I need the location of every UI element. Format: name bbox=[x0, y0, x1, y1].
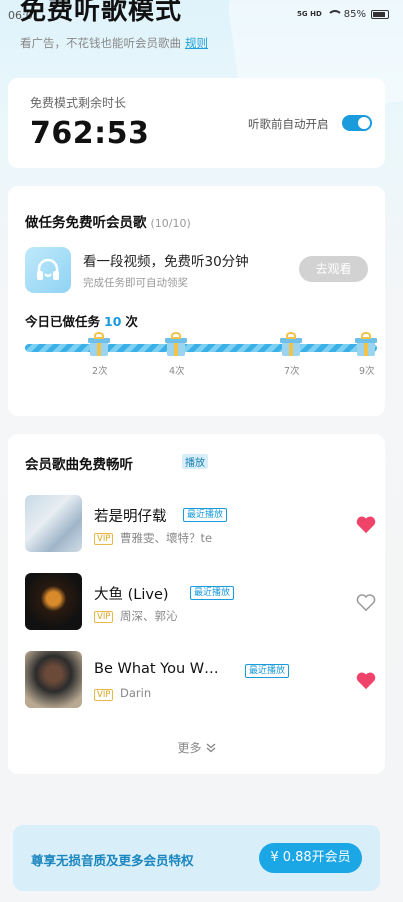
task-hint: 完成任务即可自动领奖 bbox=[83, 277, 188, 289]
song-item[interactable]: 若是明仔载 最近播放 VIP 曹雅雯、壞特？te bbox=[25, 495, 377, 553]
today-tasks: 今日已做任务 10 次 bbox=[25, 311, 138, 330]
status-icons: 5G HD 85% bbox=[297, 9, 389, 20]
subtitle-text: 看广告，不花钱也能听会员歌曲 bbox=[20, 36, 181, 50]
today-count: 10 bbox=[104, 314, 122, 329]
milestone-label: 9次 bbox=[359, 366, 375, 377]
song-item[interactable]: 大鱼 (Live) 最近播放 VIP 周深、郭沁 bbox=[25, 573, 377, 631]
heart-filled-icon[interactable] bbox=[355, 514, 377, 534]
battery-percent: 85% bbox=[343, 9, 366, 20]
gift-icon bbox=[165, 332, 187, 358]
gift-icon bbox=[88, 332, 110, 358]
milestone-label: 4次 bbox=[169, 366, 185, 377]
autoplay-label: 听歌前自动开启 bbox=[248, 117, 329, 131]
vip-badge: VIP bbox=[94, 689, 114, 701]
open-membership-button[interactable]: ¥ 0.88开会员 bbox=[259, 843, 362, 873]
more-label: 更多 bbox=[177, 741, 202, 755]
song-title: 大鱼 (Live) bbox=[94, 587, 169, 603]
songs-card: 会员歌曲免费畅听 播放 若是明仔载 最近播放 VIP 曹雅雯、壞特？te 大鱼 … bbox=[8, 434, 385, 774]
today-suffix: 次 bbox=[125, 314, 138, 329]
album-cover bbox=[25, 651, 82, 708]
gift-icon bbox=[280, 332, 302, 358]
membership-banner: 尊享无损音质及更多会员特权 ¥ 0.88开会员 bbox=[13, 825, 380, 891]
timer-value: 762:53 bbox=[30, 116, 150, 151]
gift-icon bbox=[355, 332, 377, 358]
vip-badge: VIP bbox=[94, 611, 114, 623]
vip-badge: VIP bbox=[94, 533, 114, 545]
task-card: 做任务免费听会员歌 (10/10) 看一段视频，免费听30分钟 完成任务即可自动领… bbox=[8, 186, 385, 416]
chevron-down-icon bbox=[206, 743, 216, 756]
timer-label: 免费模式剩余时长 bbox=[30, 96, 127, 110]
task-description: 看一段视频，免费听30分钟 bbox=[83, 254, 249, 270]
song-item[interactable]: Be What You W… 最近播放 VIP Darin bbox=[25, 651, 377, 709]
heart-outline-icon[interactable] bbox=[355, 592, 377, 612]
today-prefix: 今日已做任务 bbox=[25, 314, 101, 329]
page-title: 免费听歌模式 bbox=[20, 0, 183, 26]
task-count: (10/10) bbox=[150, 217, 191, 230]
membership-text: 尊享无损音质及更多会员特权 bbox=[31, 853, 194, 868]
wifi-icon bbox=[326, 10, 343, 19]
milestone-label: 2次 bbox=[92, 366, 108, 377]
recent-play-tag: 最近播放 bbox=[183, 508, 228, 522]
signal-icon: 5G HD bbox=[297, 10, 322, 18]
watch-video-button[interactable]: 去观看 bbox=[299, 256, 368, 282]
task-title-text: 做任务免费听会员歌 bbox=[25, 215, 147, 231]
album-cover bbox=[25, 573, 82, 630]
headphone-icon bbox=[25, 247, 71, 293]
recent-play-tag: 最近播放 bbox=[190, 586, 235, 600]
timer-card: 免费模式剩余时长 762:53 听歌前自动开启 bbox=[8, 78, 385, 168]
battery-icon bbox=[371, 10, 389, 19]
milestone-label: 7次 bbox=[284, 366, 300, 377]
song-title: 若是明仔载 bbox=[94, 509, 167, 525]
songs-section-title: 会员歌曲免费畅听 bbox=[25, 457, 133, 473]
songs-title-tag: 播放 bbox=[182, 454, 208, 469]
autoplay-toggle[interactable] bbox=[342, 115, 372, 131]
recent-play-tag: 最近播放 bbox=[245, 664, 290, 678]
page-subtitle: 看广告，不花钱也能听会员歌曲 规则 bbox=[20, 35, 208, 51]
song-title: Be What You W… bbox=[94, 661, 219, 677]
song-artist: Darin bbox=[120, 686, 152, 700]
task-progress-bar bbox=[25, 344, 377, 352]
more-button[interactable]: 更多 bbox=[8, 739, 385, 756]
rule-link[interactable]: 规则 bbox=[185, 36, 208, 50]
album-cover bbox=[25, 495, 82, 552]
heart-filled-icon[interactable] bbox=[355, 670, 377, 690]
song-artist: 周深、郭沁 bbox=[120, 609, 178, 623]
song-artist: 曹雅雯、壞特？te bbox=[120, 531, 213, 545]
task-section-title: 做任务免费听会员歌 (10/10) bbox=[25, 211, 191, 231]
